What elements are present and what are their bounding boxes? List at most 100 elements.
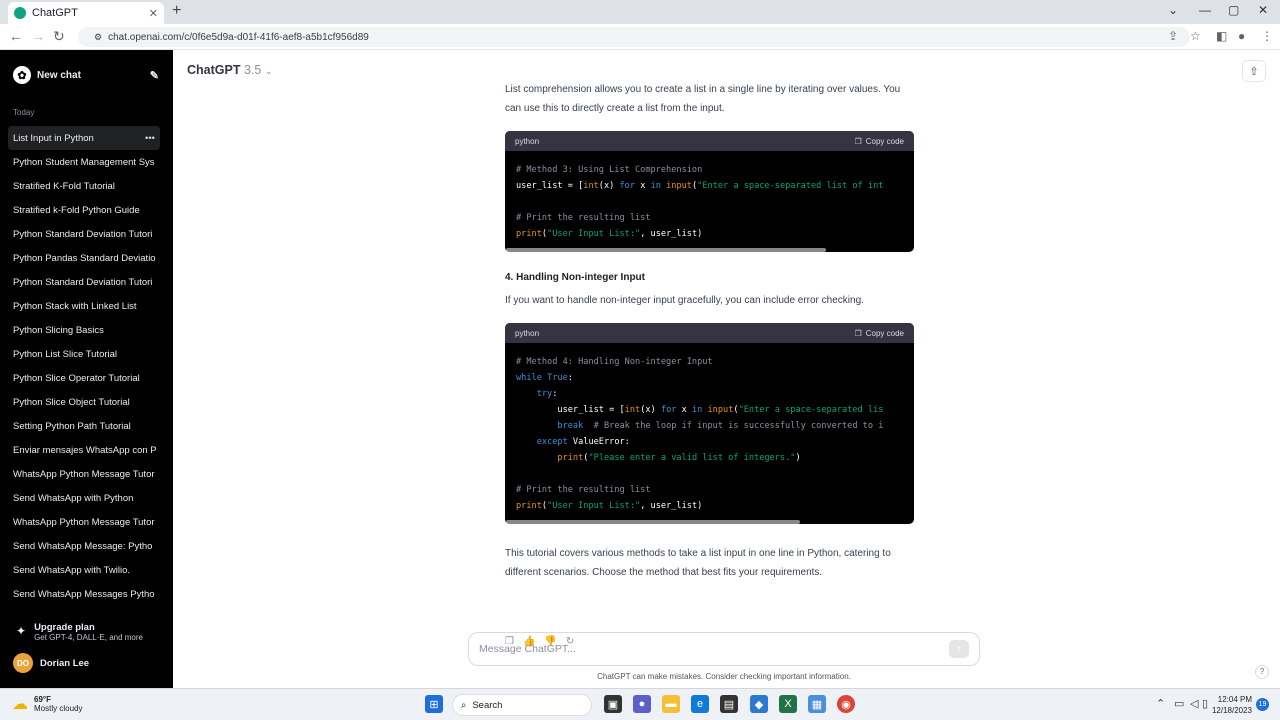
share-page-icon[interactable]: ⇪ bbox=[1168, 29, 1178, 43]
site-info-icon[interactable]: ⚙ bbox=[94, 32, 102, 43]
maximize-button[interactable]: ▢ bbox=[1228, 3, 1239, 17]
code-line: # Method 4: Handling Non-integer Input bbox=[516, 354, 903, 370]
sidebar-history-item[interactable]: Python Standard Deviation Tutori bbox=[8, 270, 160, 294]
code-content: # Method 4: Handling Non-integer Input wh… bbox=[505, 343, 914, 520]
user-name: Dorian Lee bbox=[40, 657, 90, 669]
code-token: , user_list) bbox=[640, 229, 703, 239]
windows-start-icon[interactable]: ⊞ bbox=[425, 695, 443, 713]
help-button[interactable]: ? bbox=[1255, 665, 1269, 679]
copy-code-button[interactable]: ❐ Copy code bbox=[855, 329, 904, 338]
share-button[interactable]: ⇧ bbox=[1242, 60, 1266, 82]
forward-arrow-icon[interactable]: → bbox=[31, 28, 45, 44]
browser-tab-strip: ChatGPT ✕ + ⌄ — ▢ ✕ bbox=[0, 0, 1280, 24]
model-name: ChatGPT bbox=[187, 63, 241, 77]
sidebar-history-item[interactable]: Send WhatsApp Message: Pytho bbox=[8, 534, 160, 558]
code-line: break # Break the loop if input is succe… bbox=[516, 418, 903, 434]
browser-toolbar: ← → ↻ ⚙ chat.openai.com/c/0f6e5d9a-d01f-… bbox=[0, 24, 1280, 50]
sidebar-history-label: Python List Slice Tutorial bbox=[13, 348, 118, 360]
menu-dots-icon[interactable]: ⋮ bbox=[1261, 29, 1273, 43]
edge-icon[interactable]: e bbox=[691, 695, 709, 713]
volume-icon[interactable]: ◁ bbox=[1190, 697, 1198, 710]
sidebar-history-item[interactable]: Python Slice Operator Tutorial bbox=[8, 366, 160, 390]
code-token: print bbox=[557, 453, 584, 463]
message-composer[interactable]: Message ChatGPT... ↑ bbox=[468, 632, 980, 666]
sidebar-history-item[interactable]: Python Student Management Sys bbox=[8, 150, 160, 174]
weather-widget[interactable]: ☁ 69°F Mostly cloudy bbox=[12, 694, 82, 714]
sidebar-history-item[interactable]: Python Slicing Basics bbox=[8, 318, 160, 342]
minimize-button[interactable]: — bbox=[1199, 3, 1211, 17]
profile-icon[interactable]: ● bbox=[1238, 29, 1245, 43]
sidebar-history-item[interactable]: Stratified k-Fold Python Guide bbox=[8, 198, 160, 222]
code-token: for bbox=[619, 181, 636, 191]
send-arrow-icon: ↑ bbox=[956, 643, 962, 655]
store-icon[interactable]: ▤ bbox=[720, 695, 738, 713]
sidebar-history-item[interactable]: Python Standard Deviation Tutori bbox=[8, 222, 160, 246]
close-window-button[interactable]: ✕ bbox=[1258, 3, 1268, 17]
system-clock[interactable]: 12:04 PM 12/18/2023 bbox=[1210, 694, 1252, 716]
copy-code-button[interactable]: ❐ Copy code bbox=[855, 137, 904, 146]
code-token: (x) bbox=[598, 181, 620, 191]
tab-close-icon[interactable]: ✕ bbox=[149, 7, 158, 20]
sidebar-history-item[interactable]: Python List Slice Tutorial bbox=[8, 342, 160, 366]
taskbar-search[interactable]: ⌕ Search bbox=[452, 694, 592, 716]
model-selector[interactable]: ChatGPT 3.5 ⌄ bbox=[187, 63, 272, 77]
bookmark-star-icon[interactable]: ☆ bbox=[1190, 29, 1201, 43]
address-bar[interactable]: ⚙ chat.openai.com/c/0f6e5d9a-d01f-41f6-a… bbox=[78, 27, 1190, 47]
upgrade-title: Upgrade plan bbox=[34, 622, 95, 633]
sidebar-history-label: Python Slice Object Tutorial bbox=[13, 396, 130, 408]
sidebar-history-item[interactable]: Python Slice Object Tutorial bbox=[8, 390, 160, 414]
sidebar-history-item[interactable]: List Input in Python ••• bbox=[8, 126, 160, 150]
new-chat-button[interactable]: ✿ New chat ✎ bbox=[13, 65, 159, 85]
sidebar-history-item[interactable]: Enviar mensajes WhatsApp con P bbox=[8, 438, 160, 462]
browser-tab[interactable]: ChatGPT ✕ bbox=[8, 2, 164, 24]
task-view-icon[interactable]: ▣ bbox=[604, 695, 622, 713]
sidebar-history-item[interactable]: Send WhatsApp with Python bbox=[8, 486, 160, 510]
code-block: python ❐ Copy code # Method 4: Handling … bbox=[505, 323, 914, 524]
partly-cloudy-icon: ☁ bbox=[12, 696, 28, 713]
code-token: except bbox=[536, 437, 568, 447]
upgrade-plan-button[interactable]: ✦ Upgrade plan Get GPT-4, DALL·E, and mo… bbox=[16, 622, 161, 642]
sidebar-history-label: Send WhatsApp with Python bbox=[13, 492, 134, 504]
sidebar-history-item[interactable]: Python Pandas Standard Deviatio bbox=[8, 246, 160, 270]
send-button[interactable]: ↑ bbox=[949, 640, 969, 658]
excel-icon[interactable]: X bbox=[779, 695, 797, 713]
sidebar-history-item[interactable]: WhatsApp Python Message Tutor bbox=[8, 510, 160, 534]
vscode-icon[interactable]: ◆ bbox=[750, 695, 768, 713]
side-panel-icon[interactable]: ◧ bbox=[1216, 29, 1227, 43]
file-explorer-icon[interactable]: ▬ bbox=[662, 695, 680, 713]
section-heading: 4. Handling Non-integer Input bbox=[505, 272, 645, 283]
sidebar-history-item[interactable]: WhatsApp Python Message Tutor bbox=[8, 462, 160, 486]
message-input[interactable]: Message ChatGPT... bbox=[479, 643, 576, 655]
code-token: (x) bbox=[640, 405, 661, 415]
user-menu[interactable]: DO Dorian Lee bbox=[13, 653, 89, 673]
sidebar-history-item[interactable]: Setting Python Path Tutorial bbox=[8, 414, 160, 438]
sidebar: ✿ New chat ✎ Today List Input in Python •… bbox=[0, 50, 173, 688]
code-token: ValueError: bbox=[567, 437, 630, 447]
more-options-icon[interactable]: ••• bbox=[145, 133, 155, 144]
sidebar-history-label: Python Slicing Basics bbox=[13, 324, 104, 336]
tab-search-icon[interactable]: ⌄ bbox=[1168, 3, 1178, 17]
sidebar-history-item[interactable]: Stratified K-Fold Tutorial bbox=[8, 174, 160, 198]
tray-chevron-icon[interactable]: ⌃ bbox=[1156, 697, 1165, 710]
reload-icon[interactable]: ↻ bbox=[53, 28, 65, 45]
sidebar-history-label: Send WhatsApp with Twilio. bbox=[13, 564, 131, 576]
sidebar-history-item[interactable]: Send WhatsApp Messages Pytho bbox=[8, 582, 160, 606]
chatgpt-favicon-icon bbox=[14, 7, 26, 19]
battery-icon[interactable]: ▯ bbox=[1202, 697, 1208, 710]
chrome-icon[interactable]: ◉ bbox=[837, 695, 855, 713]
code-token: print bbox=[516, 229, 542, 239]
compose-icon[interactable]: ✎ bbox=[150, 69, 159, 82]
sidebar-history-item[interactable]: Python Stack with Linked List bbox=[8, 294, 160, 318]
notification-badge[interactable]: 19 bbox=[1256, 698, 1269, 711]
teams-chat-icon[interactable]: ● bbox=[633, 695, 651, 713]
code-scrollbar[interactable] bbox=[506, 520, 800, 524]
chat-main: ChatGPT 3.5 ⌄ ⇧ List comprehension allow… bbox=[173, 50, 1280, 688]
new-tab-button[interactable]: + bbox=[172, 2, 181, 20]
photos-icon[interactable]: ▦ bbox=[808, 695, 826, 713]
network-icon[interactable]: ▭ bbox=[1174, 697, 1184, 710]
code-token: "User Input List:" bbox=[547, 501, 641, 511]
sidebar-history-item[interactable]: Send WhatsApp with Twilio. bbox=[8, 558, 160, 582]
code-scrollbar[interactable] bbox=[506, 248, 826, 252]
back-arrow-icon[interactable]: ← bbox=[9, 28, 23, 44]
